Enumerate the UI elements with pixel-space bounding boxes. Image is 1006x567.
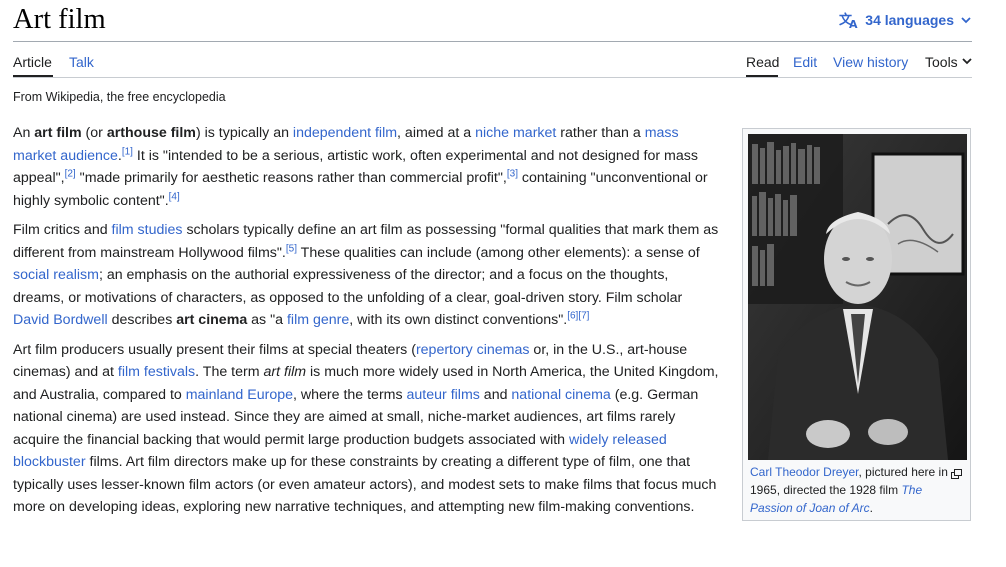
link-social-realism[interactable]: social realism [13,267,99,283]
svg-text:A: A [849,18,858,29]
text: as "a [247,312,287,328]
chevron-down-icon [960,14,972,26]
tab-edit[interactable]: Edit [793,54,817,70]
reference-link[interactable]: [4] [169,191,180,202]
reference-link[interactable]: [3] [507,168,518,179]
site-tagline: From Wikipedia, the free encyclopedia [13,90,226,104]
text: Film critics and [13,222,112,238]
text: An [13,125,35,141]
text: Art film producers usually present their… [13,341,416,358]
bold-term: arthouse film [106,125,196,141]
paragraph-2: Film critics and film studies scholars t… [13,219,721,332]
tab-read[interactable]: Read [746,54,779,70]
chevron-down-icon [961,54,973,70]
tab-talk[interactable]: Talk [69,54,94,70]
text: (or [81,125,107,141]
article-body: An art film (or arthouse film) is typica… [13,122,721,526]
text: "made primarily for aesthetic reasons ra… [75,170,507,186]
text: These qualities can include (among other… [296,244,700,261]
translate-icon: 文 A [839,11,859,29]
italic-term: art film [263,364,307,380]
link-david-bordwell[interactable]: David Bordwell [13,312,108,328]
text: ; an emphasis on the authorial expressiv… [13,267,683,306]
reference-link[interactable]: [5] [286,243,297,254]
reference-link[interactable]: [6] [567,310,578,321]
text: ) is typically an [195,125,293,141]
paragraph-3: Art film producers usually present their… [13,339,721,519]
image-caption: Carl Theodor Dreyer, pictured here in 19… [750,463,965,517]
text: , aimed at a [397,125,476,141]
portrait-photo[interactable] [748,134,967,460]
link-film-genre[interactable]: film genre [287,312,349,328]
bold-term: art film [34,125,82,141]
text: describes [107,312,177,328]
link-independent-film[interactable]: independent film [293,125,397,141]
text: rather than a [556,125,645,141]
link-niche-market[interactable]: niche market [475,125,556,141]
link-national-cinema[interactable]: national cinema [511,387,610,403]
tools-label: Tools [925,54,958,70]
caption-link-dreyer[interactable]: Carl Theodor Dreyer [750,465,859,479]
page-title: Art film [13,4,106,35]
link-auteur-films[interactable]: auteur films [407,387,480,403]
image-thumbnail: Carl Theodor Dreyer, pictured here in 19… [742,128,971,521]
page-tabs: Article Talk Read Edit View history Tool… [13,41,972,77]
link-film-festivals[interactable]: film festivals [118,364,195,380]
tab-view-history[interactable]: View history [833,54,908,70]
link-film-studies[interactable]: film studies [112,222,183,238]
reference-link[interactable]: [2] [65,168,76,179]
languages-label: 34 languages [865,12,954,28]
tabs-divider [13,77,972,78]
text: . The term [195,364,264,380]
text: films. Art film directors make up for th… [13,454,717,515]
tab-article[interactable]: Article [13,54,52,70]
languages-button[interactable]: 文 A 34 languages [839,11,972,29]
caption-end: . [869,501,873,515]
tools-menu[interactable]: Tools [925,54,973,70]
reference-link[interactable]: [7] [578,310,589,321]
link-repertory-cinemas[interactable]: repertory cinemas [416,342,530,358]
text: , with its own distinct conventions". [349,312,568,328]
paragraph-1: An art film (or arthouse film) is typica… [13,122,721,212]
text: , where the terms [292,386,407,403]
text: and [479,386,512,403]
reference-link[interactable]: [1] [122,146,133,157]
link-mainland-europe[interactable]: mainland Europe [186,387,293,403]
bold-term: art cinema [176,312,248,328]
